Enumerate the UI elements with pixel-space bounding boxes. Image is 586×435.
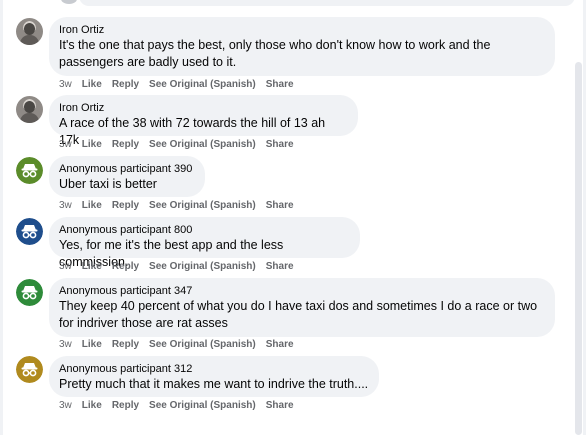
- share-button[interactable]: Share: [266, 261, 294, 273]
- comment-bubble: Anonymous participant 390 Uber taxi is b…: [49, 156, 205, 197]
- reply-button[interactable]: Reply: [112, 200, 139, 212]
- reply-button[interactable]: Reply: [112, 79, 139, 91]
- commenter-name[interactable]: Anonymous participant 390: [59, 162, 195, 176]
- reply-button[interactable]: Reply: [112, 339, 139, 351]
- like-button[interactable]: Like: [82, 79, 102, 91]
- timestamp[interactable]: 3w: [59, 339, 72, 351]
- avatar[interactable]: [16, 96, 43, 123]
- like-button[interactable]: Like: [82, 400, 102, 412]
- like-button[interactable]: Like: [82, 200, 102, 212]
- comment-bubble: Anonymous participant 347 They keep 40 p…: [49, 278, 555, 337]
- share-button[interactable]: Share: [266, 200, 294, 212]
- avatar[interactable]: [16, 18, 43, 45]
- reply-button[interactable]: Reply: [112, 139, 139, 151]
- reply-button[interactable]: Reply: [112, 261, 139, 273]
- see-original-button[interactable]: See Original (Spanish): [149, 139, 256, 151]
- comment-actions: 3w Like Reply See Original (Spanish) Sha…: [59, 339, 304, 351]
- see-original-button[interactable]: See Original (Spanish): [149, 261, 256, 273]
- comment-actions: 3w Like Reply See Original (Spanish) Sha…: [59, 261, 304, 273]
- comment-actions: 3w Like Reply See Original (Spanish) Sha…: [59, 139, 304, 151]
- comment-text: It's the one that pays the best, only th…: [59, 38, 491, 69]
- avatar: [61, 0, 77, 4]
- comment-text: They keep 40 percent of what you do I ha…: [59, 299, 538, 330]
- comment-text: Pretty much that it makes me want to ind…: [59, 377, 369, 391]
- commenter-name[interactable]: Anonymous participant 800: [59, 223, 350, 237]
- see-original-button[interactable]: See Original (Spanish): [149, 400, 256, 412]
- see-original-button[interactable]: See Original (Spanish): [149, 339, 256, 351]
- share-button[interactable]: Share: [266, 79, 294, 91]
- timestamp[interactable]: 3w: [59, 261, 72, 273]
- timestamp[interactable]: 3w: [59, 200, 72, 212]
- timestamp[interactable]: 3w: [59, 139, 72, 151]
- comment-bubble: Anonymous participant 800 Yes, for me it…: [49, 217, 360, 269]
- share-button[interactable]: Share: [266, 400, 294, 412]
- comments-panel: Iron Ortiz It's the one that pays the be…: [3, 0, 583, 435]
- comment-bubble: Iron Ortiz It's the one that pays the be…: [49, 17, 555, 76]
- like-button[interactable]: Like: [82, 339, 102, 351]
- see-original-button[interactable]: See Original (Spanish): [149, 200, 256, 212]
- like-button[interactable]: Like: [82, 139, 102, 151]
- anonymous-avatar-icon[interactable]: [16, 279, 43, 306]
- comment-actions: 3w Like Reply See Original (Spanish) Sha…: [59, 79, 304, 91]
- share-button[interactable]: Share: [266, 139, 294, 151]
- comment-actions: 3w Like Reply See Original (Spanish) Sha…: [59, 200, 304, 212]
- see-original-button[interactable]: See Original (Spanish): [149, 79, 256, 91]
- commenter-name[interactable]: Iron Ortiz: [59, 101, 348, 115]
- commenter-name[interactable]: Iron Ortiz: [59, 23, 545, 37]
- reply-button[interactable]: Reply: [112, 400, 139, 412]
- comment-text: Uber taxi is better: [59, 177, 157, 191]
- timestamp[interactable]: 3w: [59, 400, 72, 412]
- like-button[interactable]: Like: [82, 261, 102, 273]
- scrollbar[interactable]: [575, 62, 582, 435]
- comment-actions: 3w Like Reply See Original (Spanish) Sha…: [59, 400, 304, 412]
- previous-comment-bubble: [79, 0, 575, 6]
- share-button[interactable]: Share: [266, 339, 294, 351]
- comment-bubble: Iron Ortiz A race of the 38 with 72 towa…: [49, 95, 358, 147]
- commenter-name[interactable]: Anonymous participant 347: [59, 284, 545, 298]
- timestamp[interactable]: 3w: [59, 79, 72, 91]
- commenter-name[interactable]: Anonymous participant 312: [59, 362, 369, 376]
- anonymous-avatar-icon[interactable]: [16, 157, 43, 184]
- anonymous-avatar-icon[interactable]: [16, 356, 43, 383]
- comment-bubble: Anonymous participant 312 Pretty much th…: [49, 356, 379, 397]
- anonymous-avatar-icon[interactable]: [16, 218, 43, 245]
